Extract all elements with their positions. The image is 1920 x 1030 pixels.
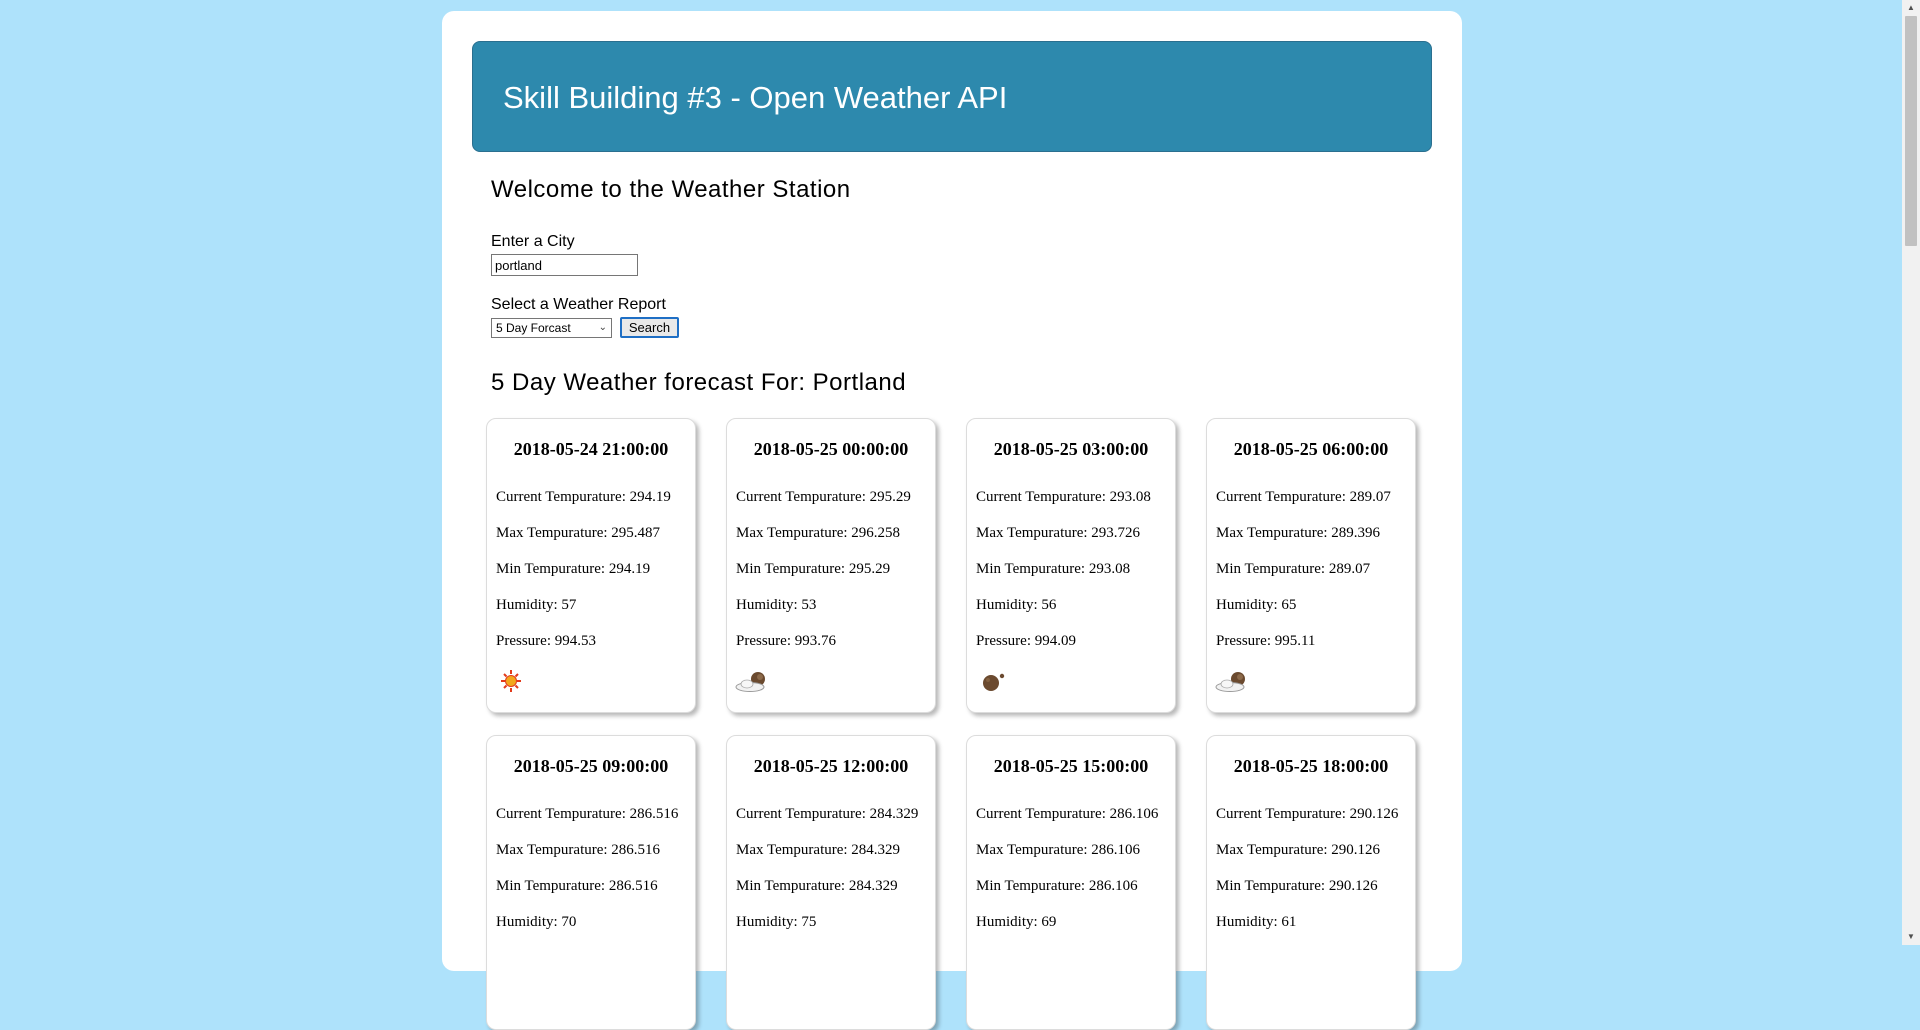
card-current-temp: Current Tempurature: 289.07 xyxy=(1216,489,1391,505)
card-date: 2018-05-25 03:00:00 xyxy=(993,439,1149,459)
forecast-card: 2018-05-25 18:00:00 Current Tempurature:… xyxy=(1206,735,1416,1030)
forecast-card: 2018-05-25 15:00:00 Current Tempurature:… xyxy=(966,735,1176,1030)
header-banner: Skill Building #3 - Open Weather API xyxy=(472,41,1432,152)
card-min-temp: Min Tempurature: 290.126 xyxy=(1216,878,1378,894)
scroll-down-arrow-icon[interactable]: ▼ xyxy=(1902,929,1920,945)
card-pressure: Pressure: 994.09 xyxy=(976,633,1076,649)
card-max-temp: Max Tempurature: 289.396 xyxy=(1216,525,1381,541)
card-max-temp: Max Tempurature: 290.126 xyxy=(1216,842,1381,858)
card-min-temp: Min Tempurature: 294.19 xyxy=(496,561,651,577)
card-min-temp: Min Tempurature: 284.329 xyxy=(736,878,898,894)
card-min-temp: Min Tempurature: 286.516 xyxy=(496,878,658,894)
forecast-card: 2018-05-25 09:00:00 Current Tempurature:… xyxy=(486,735,696,1030)
moon-cloud-icon xyxy=(1215,672,1245,692)
forecast-card: 2018-05-25 06:00:00 Current Tempurature:… xyxy=(1206,418,1416,713)
forecast-card: 2018-05-25 00:00:00 Current Tempurature:… xyxy=(726,418,936,713)
card-date: 2018-05-25 09:00:00 xyxy=(513,756,669,776)
city-label: Enter a City xyxy=(491,233,575,250)
main-container: Skill Building #3 - Open Weather API Wel… xyxy=(442,11,1462,1030)
scroll-up-arrow-icon[interactable]: ▲ xyxy=(1902,0,1920,16)
card-min-temp: Min Tempurature: 293.08 xyxy=(976,561,1131,577)
card-humidity: Humidity: 65 xyxy=(1216,597,1297,613)
card-date: 2018-05-24 21:00:00 xyxy=(513,439,669,459)
card-current-temp: Current Tempurature: 293.08 xyxy=(976,489,1151,505)
card-pressure: Pressure: 993.76 xyxy=(736,633,836,649)
search-button[interactable]: Search xyxy=(620,317,679,338)
forecast-card: 2018-05-25 12:00:00 Current Tempurature:… xyxy=(726,735,936,1030)
scrollbar-thumb[interactable] xyxy=(1905,16,1917,246)
card-current-temp: Current Tempurature: 295.29 xyxy=(736,489,911,505)
card-humidity: Humidity: 53 xyxy=(736,597,817,613)
report-selected-value: 5 Day Forcast xyxy=(496,321,571,335)
moon-cloud-icon xyxy=(735,672,765,692)
card-min-temp: Min Tempurature: 286.106 xyxy=(976,878,1138,894)
card-max-temp: Max Tempurature: 293.726 xyxy=(976,525,1141,541)
report-select[interactable]: 5 Day Forcast ⌄ xyxy=(491,318,612,338)
card-max-temp: Max Tempurature: 286.516 xyxy=(496,842,661,858)
card-max-temp: Max Tempurature: 286.106 xyxy=(976,842,1141,858)
card-date: 2018-05-25 12:00:00 xyxy=(753,756,909,776)
forecast-card: 2018-05-24 21:00:00 Current Tempurature:… xyxy=(486,418,696,713)
vertical-scrollbar[interactable]: ▲ ▼ xyxy=(1902,0,1920,945)
card-humidity: Humidity: 57 xyxy=(496,597,577,613)
card-max-temp: Max Tempurature: 296.258 xyxy=(736,525,901,541)
card-humidity: Humidity: 70 xyxy=(496,914,577,930)
page-title: Skill Building #3 - Open Weather API xyxy=(503,80,1008,115)
card-current-temp: Current Tempurature: 286.516 xyxy=(496,806,679,822)
moon-icon xyxy=(983,673,1005,691)
chevron-down-icon: ⌄ xyxy=(598,322,607,333)
welcome-heading: Welcome to the Weather Station xyxy=(491,176,851,203)
card-date: 2018-05-25 15:00:00 xyxy=(993,756,1149,776)
card-humidity: Humidity: 56 xyxy=(976,597,1057,613)
card-current-temp: Current Tempurature: 286.106 xyxy=(976,806,1159,822)
card-humidity: Humidity: 75 xyxy=(736,914,817,930)
card-current-temp: Current Tempurature: 290.126 xyxy=(1216,806,1399,822)
card-date: 2018-05-25 00:00:00 xyxy=(753,439,909,459)
card-min-temp: Min Tempurature: 289.07 xyxy=(1216,561,1371,577)
card-current-temp: Current Tempurature: 294.19 xyxy=(496,489,671,505)
city-input[interactable] xyxy=(491,254,638,276)
card-pressure: Pressure: 995.11 xyxy=(1216,633,1316,649)
card-humidity: Humidity: 61 xyxy=(1216,914,1297,930)
card-pressure: Pressure: 994.53 xyxy=(496,633,596,649)
card-current-temp: Current Tempurature: 284.329 xyxy=(736,806,919,822)
card-date: 2018-05-25 06:00:00 xyxy=(1233,439,1389,459)
card-max-temp: Max Tempurature: 295.487 xyxy=(496,525,661,541)
forecast-heading: 5 Day Weather forecast For: Portland xyxy=(491,369,907,396)
report-label: Select a Weather Report xyxy=(491,296,666,313)
card-humidity: Humidity: 69 xyxy=(976,914,1057,930)
sun-icon xyxy=(501,670,521,692)
card-date: 2018-05-25 18:00:00 xyxy=(1233,756,1389,776)
card-min-temp: Min Tempurature: 295.29 xyxy=(736,561,891,577)
forecast-card: 2018-05-25 03:00:00 Current Tempurature:… xyxy=(966,418,1176,713)
card-max-temp: Max Tempurature: 284.329 xyxy=(736,842,901,858)
